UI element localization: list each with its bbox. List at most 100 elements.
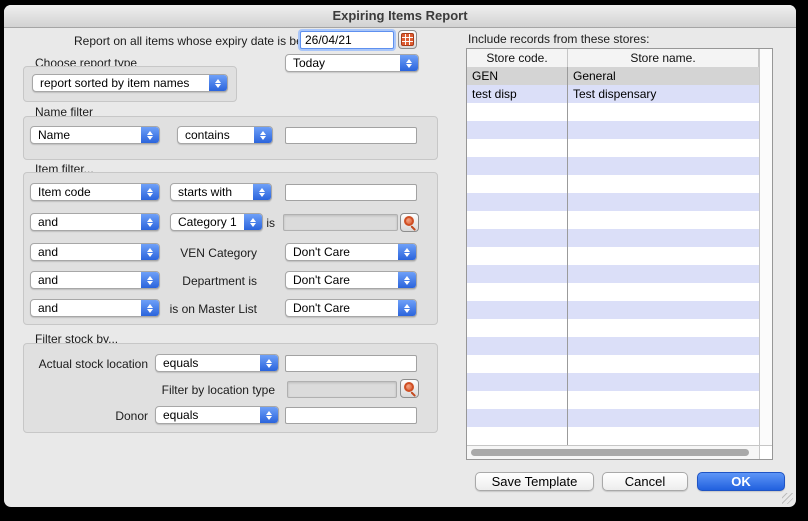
category-value-field	[283, 214, 398, 231]
store-row-empty[interactable]	[467, 193, 759, 211]
popup-value: Don't Care	[286, 245, 398, 259]
popup-value: contains	[178, 128, 254, 142]
store-name-cell	[568, 247, 759, 265]
popup-value: and	[31, 273, 141, 287]
store-row-empty[interactable]	[467, 139, 759, 157]
item-operator-popup[interactable]: starts with	[170, 183, 272, 201]
stock-location-label: Actual stock location	[24, 357, 148, 371]
up-down-arrows-icon	[398, 272, 416, 288]
magnifier-icon	[403, 382, 416, 395]
store-row-empty[interactable]	[467, 229, 759, 247]
horizontal-scrollbar-thumb[interactable]	[471, 449, 749, 456]
store-code-cell	[467, 391, 568, 409]
calendar-icon	[401, 33, 414, 46]
popup-value: Don't Care	[286, 273, 398, 287]
store-row-empty[interactable]	[467, 427, 759, 445]
popup-value: Item code	[31, 185, 141, 199]
store-row-empty[interactable]	[467, 319, 759, 337]
window-title: Expiring Items Report	[332, 8, 467, 23]
store-code-cell: GEN	[467, 67, 568, 85]
name-field-popup[interactable]: Name	[30, 126, 160, 144]
donor-operator-popup[interactable]: equals	[155, 406, 279, 424]
store-name-cell	[568, 175, 759, 193]
save-template-button[interactable]: Save Template	[475, 472, 594, 491]
stores-label: Include records from these stores:	[468, 32, 649, 46]
popup-value: Name	[31, 128, 141, 142]
store-row-empty[interactable]	[467, 265, 759, 283]
store-code-cell	[467, 373, 568, 391]
store-name-cell	[568, 265, 759, 283]
store-row-empty[interactable]	[467, 247, 759, 265]
store-row-empty[interactable]	[467, 283, 759, 301]
resize-grip[interactable]	[782, 493, 793, 504]
store-name-cell	[568, 409, 759, 427]
column-header-store-code[interactable]: Store code.	[467, 49, 568, 67]
master-list-popup[interactable]: Don't Care	[285, 299, 417, 317]
store-code-cell	[467, 121, 568, 139]
location-type-lookup-button[interactable]	[400, 379, 419, 398]
store-code-cell	[467, 427, 568, 445]
donor-value-input[interactable]	[285, 407, 417, 424]
store-row-empty[interactable]	[467, 301, 759, 319]
title-bar[interactable]: Expiring Items Report	[4, 5, 796, 28]
expiry-date-input[interactable]	[300, 31, 394, 49]
store-name-cell	[568, 373, 759, 391]
store-row-empty[interactable]	[467, 121, 759, 139]
store-row-gen[interactable]: GEN General	[467, 67, 759, 85]
department-popup[interactable]: Don't Care	[285, 271, 417, 289]
store-code-cell	[467, 301, 568, 319]
cancel-button[interactable]: Cancel	[602, 472, 688, 491]
conjunction-popup-1[interactable]: and	[30, 213, 160, 231]
vertical-scrollbar[interactable]	[759, 49, 772, 445]
category-lookup-button[interactable]	[400, 213, 419, 232]
donor-label: Donor	[24, 409, 148, 423]
stock-location-operator-popup[interactable]: equals	[155, 354, 279, 372]
store-name-cell	[568, 391, 759, 409]
department-label: Department is	[134, 274, 257, 288]
up-down-arrows-icon	[141, 184, 159, 200]
store-row-empty[interactable]	[467, 157, 759, 175]
up-down-arrows-icon	[260, 407, 278, 423]
item-field-popup[interactable]: Item code	[30, 183, 160, 201]
store-row-empty[interactable]	[467, 409, 759, 427]
store-row-empty[interactable]	[467, 103, 759, 121]
store-row-empty[interactable]	[467, 373, 759, 391]
store-row-empty[interactable]	[467, 175, 759, 193]
store-name-cell	[568, 283, 759, 301]
store-name-cell	[568, 355, 759, 373]
item-filter-value-input[interactable]	[285, 184, 417, 201]
store-name-cell	[568, 229, 759, 247]
store-row-test-disp[interactable]: test disp Test dispensary	[467, 85, 759, 103]
calendar-picker-button[interactable]	[398, 30, 417, 49]
up-down-arrows-icon	[141, 214, 159, 230]
store-row-empty[interactable]	[467, 355, 759, 373]
store-name-cell	[568, 337, 759, 355]
popup-value: Today	[286, 56, 400, 70]
store-row-empty[interactable]	[467, 337, 759, 355]
horizontal-scrollbar[interactable]	[467, 445, 759, 459]
store-name-cell: General	[568, 67, 759, 85]
stock-location-value-input[interactable]	[285, 355, 417, 372]
store-name-cell	[568, 319, 759, 337]
store-row-empty[interactable]	[467, 211, 759, 229]
report-type-popup[interactable]: report sorted by item names	[32, 74, 228, 92]
store-name-cell: Test dispensary	[568, 85, 759, 103]
popup-value: starts with	[171, 185, 253, 199]
store-code-cell	[467, 337, 568, 355]
up-down-arrows-icon	[398, 244, 416, 260]
column-header-store-name[interactable]: Store name.	[568, 49, 759, 67]
popup-value: and	[31, 245, 141, 259]
up-down-arrows-icon	[253, 184, 271, 200]
location-type-field	[287, 381, 397, 398]
store-code-cell	[467, 103, 568, 121]
store-name-cell	[568, 211, 759, 229]
popup-value: report sorted by item names	[33, 76, 209, 90]
ven-category-popup[interactable]: Don't Care	[285, 243, 417, 261]
store-code-cell	[467, 355, 568, 373]
name-filter-value-input[interactable]	[285, 127, 417, 144]
date-preset-popup[interactable]: Today	[285, 54, 419, 72]
popup-value: and	[31, 301, 141, 315]
name-operator-popup[interactable]: contains	[177, 126, 273, 144]
ok-button[interactable]: OK	[697, 472, 785, 491]
store-row-empty[interactable]	[467, 391, 759, 409]
